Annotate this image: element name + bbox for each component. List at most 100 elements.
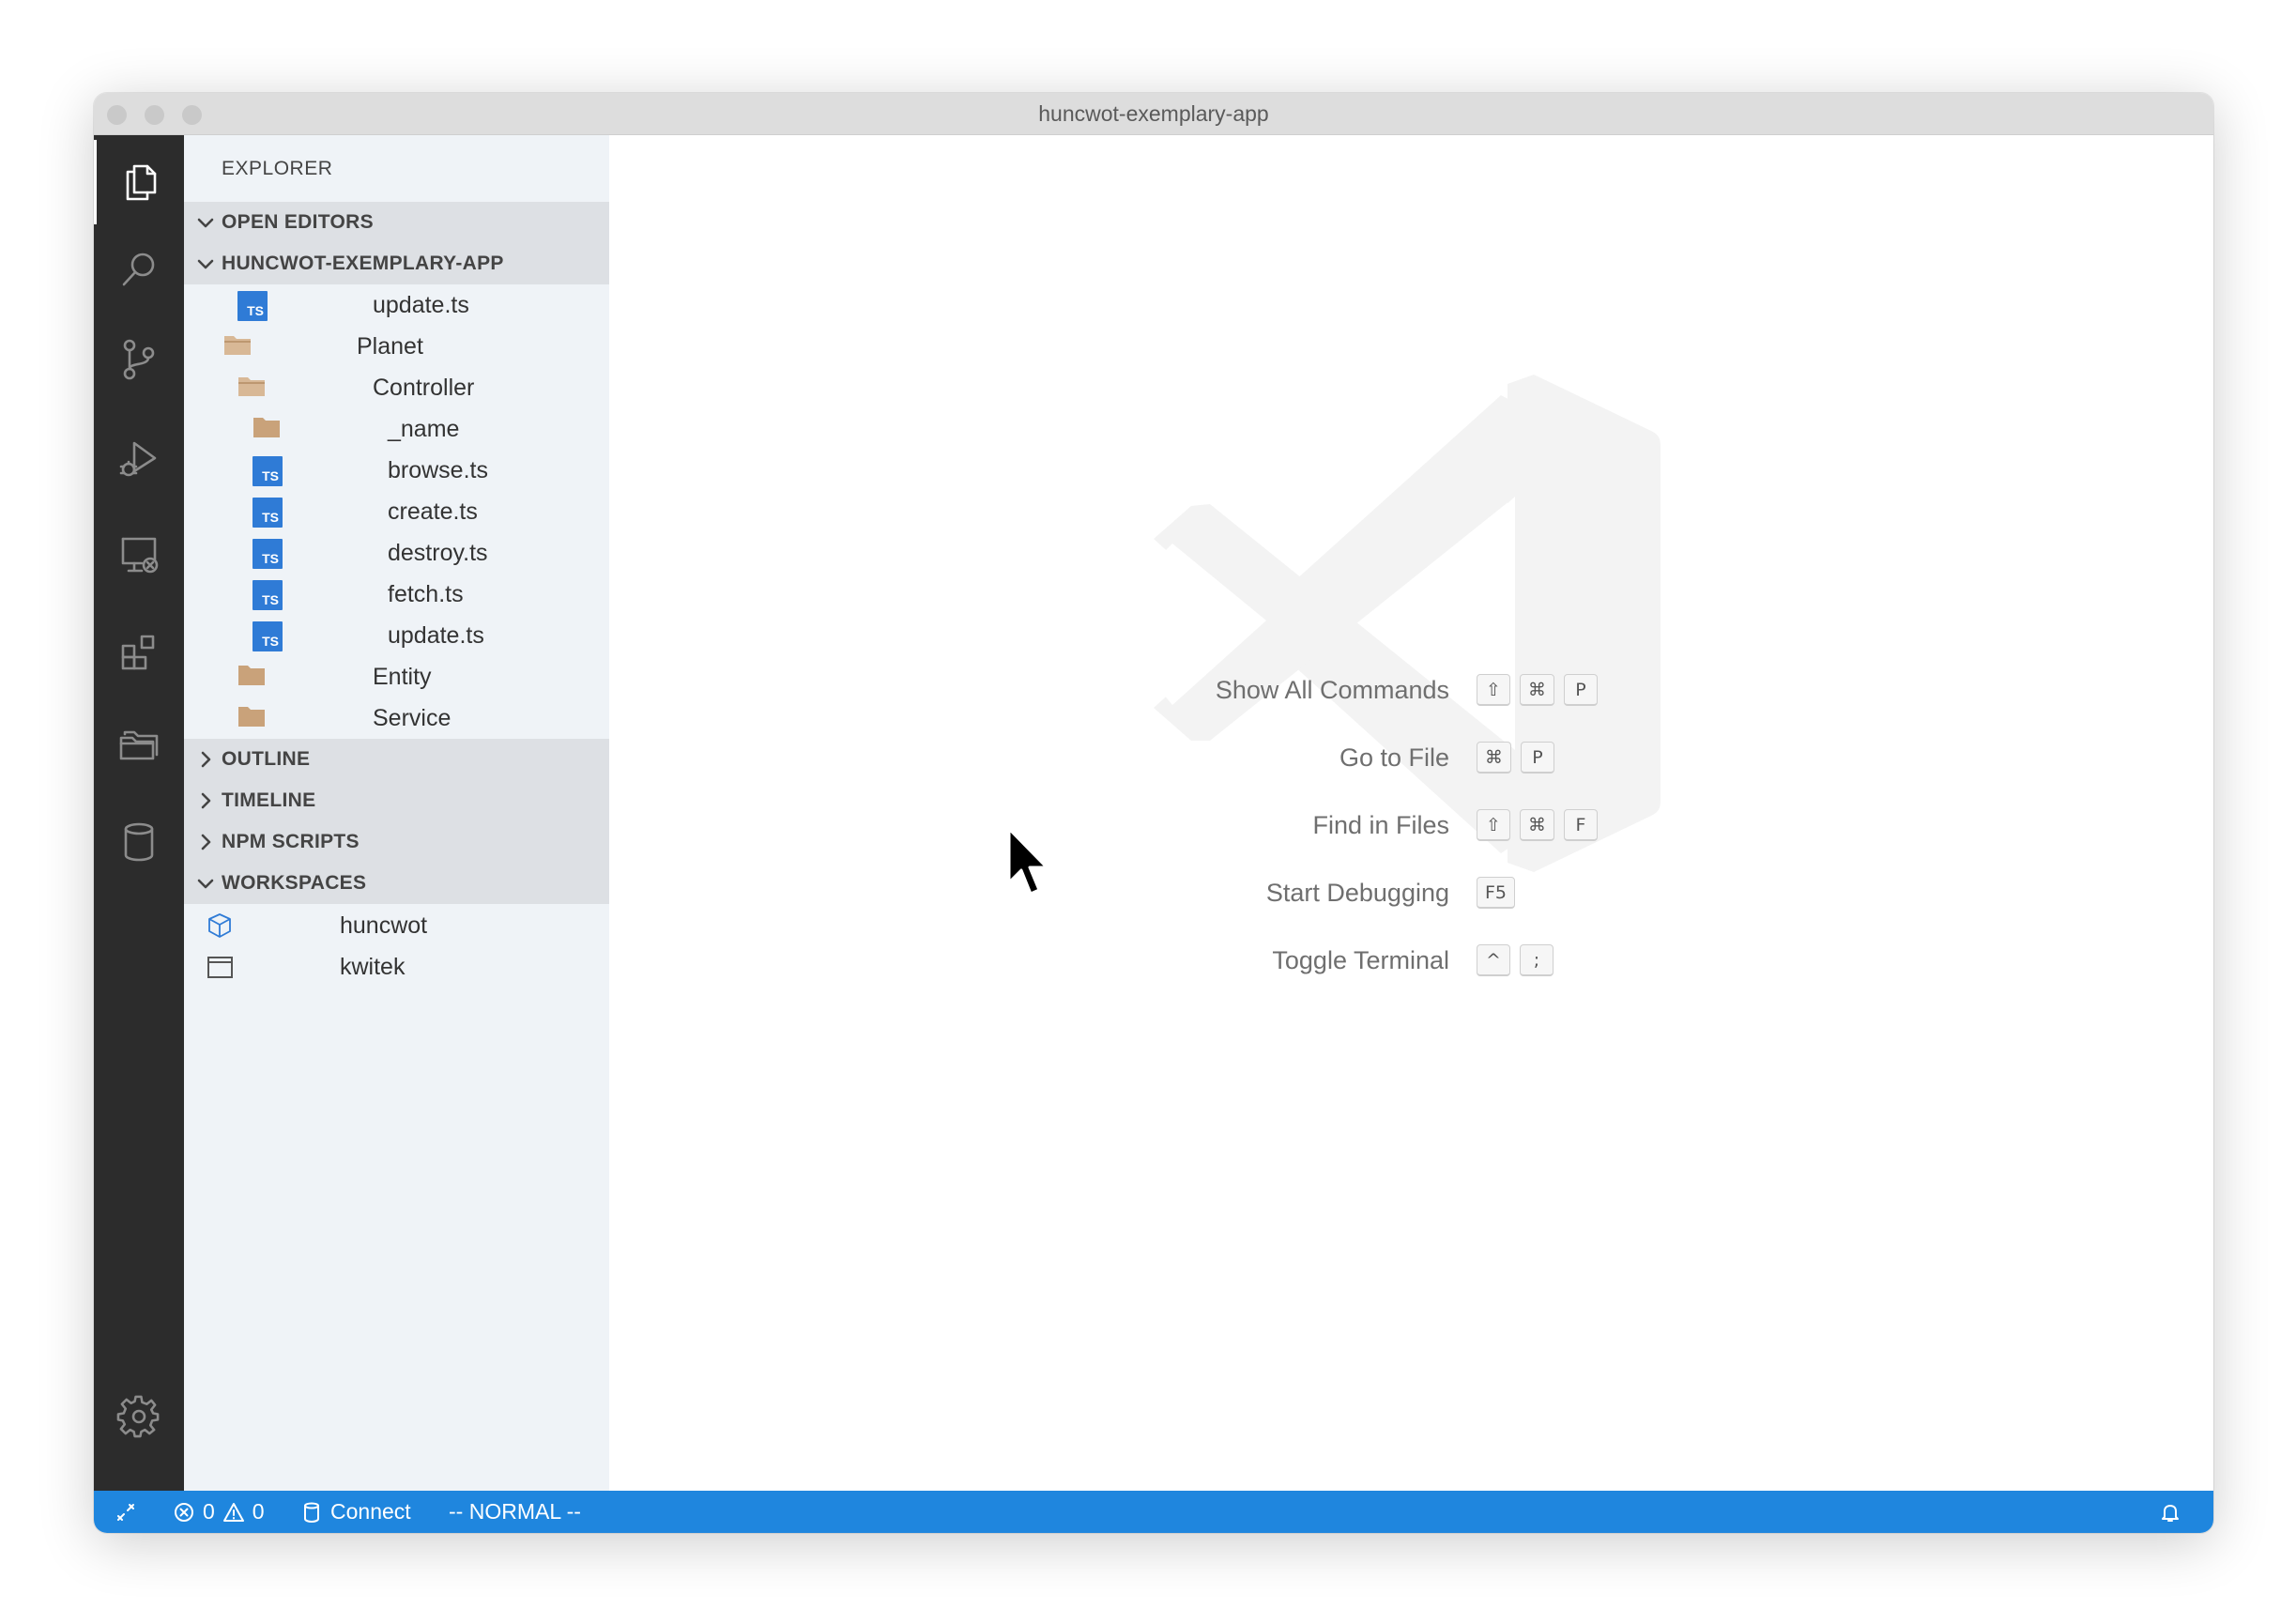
remote-indicator-button[interactable] — [115, 1491, 137, 1533]
tree-item-create-ts[interactable]: TS create.ts — [184, 491, 609, 532]
folders-icon — [119, 730, 159, 760]
command-label: Start Debugging — [1265, 879, 1449, 907]
source-control-icon — [123, 339, 155, 380]
chevron-down-icon — [195, 212, 216, 233]
key-p: P — [1521, 742, 1554, 774]
tree-item-label: Entity — [373, 663, 432, 690]
source-control-activity-button[interactable] — [94, 317, 184, 402]
tree-item-update-ts-root[interactable]: TS update.ts — [184, 284, 609, 326]
section-label: OPEN EDITORS — [222, 211, 374, 233]
tree-item-label: create.ts — [388, 498, 478, 525]
manage-activity-button[interactable] — [94, 1374, 184, 1459]
vscode-window: huncwot-exemplary-app EXPLORER OPEN EDIT… — [94, 93, 2213, 1533]
section-timeline[interactable]: TIMELINE — [184, 780, 609, 821]
key-cmd: ⌘ — [1520, 809, 1554, 841]
connect-button[interactable]: Connect — [300, 1491, 411, 1533]
search-icon — [122, 253, 155, 286]
workspace-item-huncwot[interactable]: huncwot — [184, 905, 609, 946]
typescript-file-icon: TS — [253, 580, 283, 610]
section-label: OUTLINE — [222, 748, 311, 770]
problems-button[interactable]: 0 0 — [173, 1491, 265, 1533]
tree-item-label: Service — [373, 704, 452, 731]
command-label: Toggle Terminal — [1272, 946, 1449, 974]
section-workspaces[interactable]: WORKSPACES — [184, 863, 609, 904]
tree-item-name-folder[interactable]: _name — [184, 408, 609, 450]
remote-icon — [117, 1503, 134, 1521]
notifications-button[interactable] — [2159, 1491, 2181, 1533]
typescript-file-icon: TS — [237, 291, 268, 321]
vscode-watermark-logo — [1154, 375, 1661, 872]
chevron-right-icon — [195, 790, 216, 811]
workspace-label: kwitek — [340, 953, 406, 980]
keybinding: ⇧ ⌘ P — [1477, 674, 1598, 706]
warning-icon — [222, 1502, 244, 1522]
command-label: Find in Files — [1312, 811, 1449, 839]
folder-icon — [253, 416, 281, 438]
key-f5: F5 — [1477, 877, 1516, 909]
search-activity-button[interactable] — [94, 227, 184, 312]
tree-item-fetch-ts[interactable]: TS fetch.ts — [184, 574, 609, 615]
command-go-to-file[interactable]: Go to File ⌘ P — [609, 738, 2213, 779]
database-activity-button[interactable] — [94, 800, 184, 884]
remote-explorer-icon — [121, 537, 159, 574]
extensions-activity-button[interactable] — [94, 610, 184, 695]
section-project[interactable]: HUNCWOT-EXEMPLARY-APP — [184, 243, 609, 284]
run-debug-icon — [119, 441, 157, 477]
mouse-pointer-icon — [1007, 827, 1049, 896]
explorer-sidebar: EXPLORER OPEN EDITORS HUNCWOT-EXEMPLARY-… — [184, 135, 609, 1491]
typescript-file-icon: TS — [253, 539, 283, 569]
tree-item-entity[interactable]: Entity — [184, 656, 609, 697]
tree-item-browse-ts[interactable]: TS browse.ts — [184, 450, 609, 491]
run-debug-activity-button[interactable] — [94, 417, 184, 501]
sidebar-title: EXPLORER — [222, 158, 333, 179]
command-toggle-terminal[interactable]: Toggle Terminal ^ ; — [609, 941, 2213, 982]
tree-item-update-ts[interactable]: TS update.ts — [184, 615, 609, 656]
key-f: F — [1564, 809, 1598, 841]
package-icon — [205, 911, 235, 941]
tree-item-label: fetch.ts — [388, 580, 464, 607]
vim-mode-indicator: -- NORMAL -- — [449, 1499, 581, 1524]
database-icon — [124, 822, 154, 862]
typescript-file-icon: TS — [253, 621, 283, 651]
section-outline[interactable]: OUTLINE — [184, 739, 609, 780]
editor-area[interactable]: Show All Commands ⇧ ⌘ P Go to File ⌘ P F… — [609, 135, 2213, 1491]
error-icon — [175, 1502, 193, 1522]
typescript-file-icon: TS — [253, 456, 283, 486]
folder-open-icon — [223, 333, 252, 356]
chevron-down-icon — [195, 873, 216, 894]
key-shift: ⇧ — [1477, 809, 1510, 841]
window-title: huncwot-exemplary-app — [1038, 101, 1269, 126]
chevron-down-icon — [195, 253, 216, 274]
workspace-item-kwitek[interactable]: kwitek — [184, 946, 609, 988]
connect-label: Connect — [330, 1499, 411, 1524]
command-label: Go to File — [1339, 743, 1449, 772]
window-icon — [205, 952, 235, 982]
gear-icon — [116, 1395, 160, 1438]
section-open-editors[interactable]: OPEN EDITORS — [184, 202, 609, 243]
explorer-activity-button[interactable] — [94, 140, 184, 224]
section-label: TIMELINE — [222, 789, 316, 811]
section-label: WORKSPACES — [222, 872, 367, 894]
tree-item-label: Planet — [357, 332, 423, 360]
chevron-right-icon — [195, 832, 216, 852]
command-start-debugging[interactable]: Start Debugging F5 — [609, 873, 2213, 914]
tree-item-label: destroy.ts — [388, 539, 488, 566]
command-show-all-commands[interactable]: Show All Commands ⇧ ⌘ P — [609, 670, 2213, 712]
workspace-label: huncwot — [340, 912, 428, 939]
keybinding: ⇧ ⌘ F — [1477, 809, 1598, 841]
remote-explorer-activity-button[interactable] — [94, 513, 184, 597]
keybinding: F5 — [1477, 877, 1516, 909]
files-icon — [126, 164, 156, 201]
tree-item-label: browse.ts — [388, 456, 488, 483]
tree-item-service[interactable]: Service — [184, 697, 609, 739]
chevron-right-icon — [195, 749, 216, 770]
section-label: NPM SCRIPTS — [222, 831, 360, 852]
tree-item-controller[interactable]: Controller — [184, 367, 609, 408]
project-manager-activity-button[interactable] — [94, 702, 184, 787]
tree-item-destroy-ts[interactable]: TS destroy.ts — [184, 532, 609, 574]
tree-item-planet[interactable]: Planet — [184, 326, 609, 367]
command-find-in-files[interactable]: Find in Files ⇧ ⌘ F — [609, 805, 2213, 847]
section-npm-scripts[interactable]: NPM SCRIPTS — [184, 821, 609, 863]
tree-item-label: update.ts — [388, 621, 484, 649]
folder-icon — [237, 705, 266, 728]
